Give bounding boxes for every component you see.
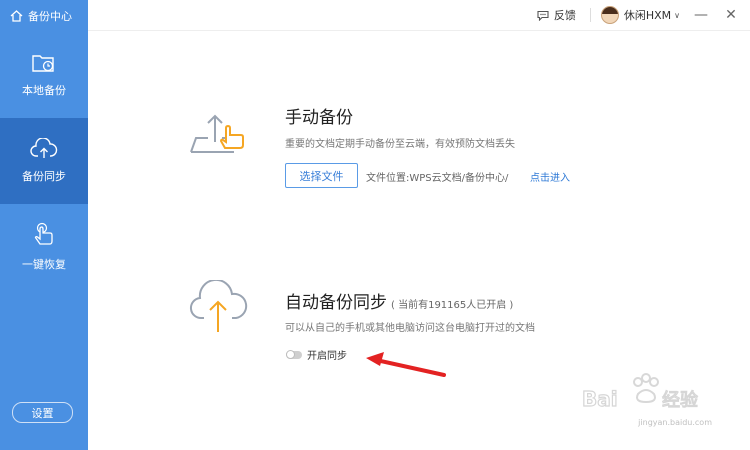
svg-text:Bai: Bai [582, 387, 618, 411]
choose-file-button[interactable]: 选择文件 [285, 163, 358, 188]
auto-backup-title: 自动备份同步 ( 当前有191165人已开启 ) [285, 288, 513, 313]
file-location: 文件位置:WPS云文档/备份中心/ [366, 173, 509, 184]
sidebar-item-local-backup[interactable]: 本地备份 [0, 32, 88, 118]
divider [589, 8, 591, 22]
auto-backup-subtitle: ( 当前有191165人已开启 ) [391, 300, 514, 311]
settings-button[interactable]: 设置 [12, 402, 73, 423]
sync-toggle[interactable] [286, 350, 302, 359]
sidebar-item-one-click-restore[interactable]: 一键恢复 [0, 204, 88, 290]
minimize-button[interactable]: — [690, 7, 712, 23]
sidebar-item-backup-sync[interactable]: 备份同步 [0, 118, 88, 204]
auto-backup-title-text: 自动备份同步 [285, 293, 387, 313]
username: 休闲HXM [623, 9, 672, 22]
watermark-url: jingyan.baidu.com [638, 418, 712, 427]
enter-link[interactable]: 点击进入 [530, 169, 570, 184]
svg-text:经验: 经验 [662, 390, 698, 411]
avatar [600, 6, 619, 24]
cloud-upload-icon [30, 138, 58, 158]
user-menu[interactable]: 休闲HXM ∨ [600, 6, 680, 24]
brand: 备份中心 [0, 0, 88, 31]
chat-bubble-icon [537, 10, 549, 21]
auto-backup-description: 可以从自己的手机或其他电脑访问这台电脑打开过的文档 [285, 323, 535, 334]
sync-toggle-label: 开启同步 [307, 351, 347, 362]
sidebar-item-label: 本地备份 [22, 84, 66, 97]
feedback-button[interactable]: 反馈 [537, 7, 576, 23]
cloud-upload-large-icon [190, 280, 248, 332]
close-button[interactable]: ✕ [720, 7, 742, 23]
folder-clock-icon [32, 55, 54, 72]
app-title: 备份中心 [28, 9, 72, 23]
sidebar-item-label: 一键恢复 [22, 258, 66, 271]
manual-backup-description: 重要的文档定期手动备份至云端，有效预防文档丢失 [285, 139, 515, 150]
sidebar-item-label: 备份同步 [22, 170, 66, 183]
chevron-down-icon: ∨ [674, 10, 680, 20]
red-arrow-annotation [366, 352, 446, 377]
hand-pointer-icon [34, 222, 53, 245]
manual-backup-title: 手动备份 [285, 108, 353, 128]
top-bar: 反馈 休闲HXM ∨ — ✕ [88, 0, 750, 31]
feedback-label: 反馈 [553, 9, 576, 22]
sidebar: 备份中心 本地备份 备份同步 一键恢复 设置 [0, 0, 88, 450]
home-icon [10, 9, 23, 22]
manual-upload-icon [190, 114, 244, 153]
